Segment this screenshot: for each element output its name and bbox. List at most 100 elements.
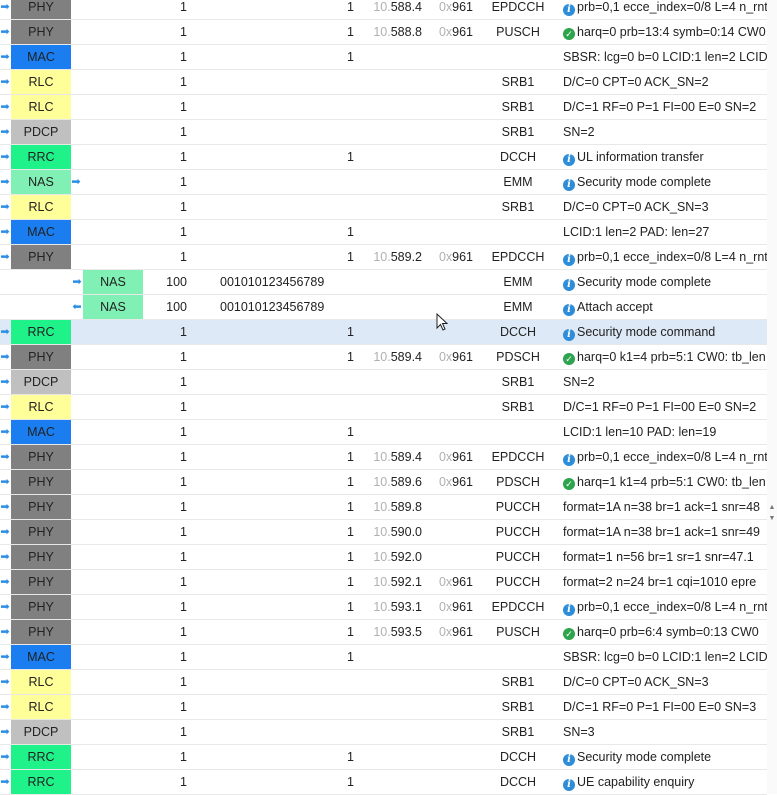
rnti-cell: 0x961 — [433, 20, 473, 44]
log-row[interactable]: ➡ MAC 1 1 SBSR: lcg=0 b=0 LCID:1 len=2 LCID — [0, 645, 767, 670]
channel-cell: SRB1 — [501, 375, 535, 389]
message-cell: D/C=1 RF=0 P=1 FI=00 E=0 SN=2 — [563, 395, 767, 419]
log-row[interactable]: ➡ PHY 1 1 10.593.5 0x961 PUSCH ✓ harq=0 prb=6:4 … — [0, 620, 767, 645]
message-text: Security mode complete — [577, 750, 712, 764]
frame-time-cell: 10.588.4 — [360, 0, 422, 19]
channel-cell: PUSCH — [496, 625, 540, 639]
frame-prefix: 10. — [373, 25, 391, 39]
rnti-cell: 0x961 — [433, 0, 473, 19]
message-text: format=2 n=24 br=1 cqi=1010 epre — [563, 575, 757, 589]
message-text: Security mode complete — [577, 275, 712, 289]
index-cell: 100 — [166, 275, 187, 289]
log-row[interactable]: ➡ RRC 1 1 DCCH i Security mode command — [0, 320, 767, 345]
message-text: SN=2 — [563, 125, 595, 139]
log-row[interactable]: ➡ PDCP 1 SRB1 SN=2 — [0, 120, 767, 145]
log-row[interactable]: ➡ NAS 100 001010123456789 EMM i Security mode … — [0, 270, 767, 295]
layer-badge: NAS — [83, 270, 143, 294]
frame-value: 589.4 — [390, 350, 422, 364]
frame-prefix: 10. — [373, 350, 391, 364]
rnti-value: 961 — [452, 250, 473, 264]
log-row[interactable]: ➡ RLC 1 SRB1 D/C=0 CPT=0 ACK_SN=2 — [0, 70, 767, 95]
message-text: Security mode command — [577, 325, 716, 339]
layer-badge: PHY — [11, 620, 71, 644]
message-text: Attach accept — [577, 300, 653, 314]
log-row[interactable]: ➡ PHY 1 1 10.589.4 0x961 EPDCCH i prb=0,1 ecce_i… — [0, 445, 767, 470]
log-row[interactable]: ➡ PHY 1 1 10.592.0 PUCCH format=1 n=56 br=1 sr… — [0, 545, 767, 570]
log-row[interactable]: ➡ RRC 1 1 DCCH i UL information transfer — [0, 145, 767, 170]
direction-arrow-icon: ➡ — [0, 451, 10, 463]
message-text: SN=2 — [563, 375, 595, 389]
rnti-value: 961 — [452, 0, 473, 14]
direction-arrow-icon: ➡ — [0, 176, 10, 188]
log-row[interactable]: ➡ PHY 1 1 10.590.0 PUCCH format=1A n=38 br=1 a… — [0, 520, 767, 545]
log-row[interactable]: ➡ PHY 1 1 10.589.8 PUCCH format=1A n=38 br=1 a… — [0, 495, 767, 520]
frame-time-cell: 10.589.4 — [360, 445, 422, 469]
log-row[interactable]: ➡ PHY 1 1 10.592.1 0x961 PUCCH format=2 n=24 br… — [0, 570, 767, 595]
frame-time-cell: 10.592.0 — [360, 545, 422, 569]
check-icon: ✓ — [563, 28, 575, 40]
index-cell: 1 — [180, 25, 187, 39]
channel-cell: PUCCH — [495, 550, 541, 564]
scroll-down-icon[interactable]: ▼ — [768, 515, 776, 523]
message-text: UL information transfer — [577, 150, 704, 164]
log-row[interactable]: ➡ PHY 1 1 10.589.2 0x961 EPDCCH i prb=0,1 ecce_i… — [0, 245, 767, 270]
log-row[interactable]: ➡ PHY 1 1 10.593.1 0x961 EPDCCH i prb=0,1 ecce_i… — [0, 595, 767, 620]
log-row[interactable]: ➡ PHY 1 1 10.589.6 0x961 PDSCH ✓ harq=1 k1=4 prb… — [0, 470, 767, 495]
index-cell: 1 — [180, 375, 187, 389]
message-cell: D/C=1 RF=0 P=1 FI=00 E=0 SN=2 — [563, 95, 767, 119]
message-text: SN=3 — [563, 725, 595, 739]
log-row[interactable]: ➡ MAC 1 1 LCID:1 len=2 PAD: len=27 — [0, 220, 767, 245]
forward-arrow-icon: ➡ — [71, 176, 81, 188]
vertical-scrollbar[interactable]: ▲ ▼ — [767, 0, 777, 794]
message-text: LCID:1 len=2 PAD: len=27 — [563, 225, 710, 239]
channel-cell: DCCH — [499, 750, 537, 764]
cell-id-cell: 1 — [347, 425, 354, 439]
layer-badge: PDCP — [11, 370, 71, 394]
layer-badge: PDCP — [11, 720, 71, 744]
log-row[interactable]: ➡ RRC 1 1 DCCH i Security mode complete — [0, 745, 767, 770]
layer-badge: RLC — [11, 95, 71, 119]
log-row[interactable]: ➡ RLC 1 SRB1 D/C=0 CPT=0 ACK_SN=3 — [0, 670, 767, 695]
log-row[interactable]: ➡ PDCP 1 SRB1 SN=3 — [0, 720, 767, 745]
direction-arrow-icon: ➡ — [0, 726, 10, 738]
log-row[interactable]: ⬅ NAS 100 001010123456789 EMM i Attach accept — [0, 295, 767, 320]
log-row[interactable]: ➡ RLC 1 SRB1 D/C=1 RF=0 P=1 FI=00 E=0 SN=2 — [0, 395, 767, 420]
message-text: SBSR: lcg=0 b=0 LCID:1 len=2 LCID — [563, 50, 767, 64]
log-row[interactable]: ➡ RLC 1 SRB1 D/C=1 RF=0 P=1 FI=00 E=0 SN=2 — [0, 95, 767, 120]
layer-badge: PHY — [11, 595, 71, 619]
frame-prefix: 10. — [373, 600, 391, 614]
rnti-cell: 0x961 — [433, 445, 473, 469]
index-cell: 1 — [180, 350, 187, 364]
scroll-up-icon[interactable]: ▲ — [768, 504, 776, 512]
message-cell: i prb=0,1 ecce_index=0/8 L=4 n_rnti — [563, 445, 767, 469]
layer-badge: PHY — [11, 570, 71, 594]
index-cell: 1 — [180, 250, 187, 264]
layer-badge: PHY — [11, 345, 71, 369]
log-row[interactable]: ➡ MAC 1 1 SBSR: lcg=0 b=0 LCID:1 len=2 LCID — [0, 45, 767, 70]
index-cell: 1 — [180, 625, 187, 639]
message-text: format=1A n=38 br=1 ack=1 snr=48 — [563, 500, 761, 514]
log-row[interactable]: ➡ PHY 1 1 10.589.4 0x961 PDSCH ✓ harq=0 k1=4 prb… — [0, 345, 767, 370]
channel-cell: EPDCCH — [491, 450, 545, 464]
frame-time-cell: 10.589.6 — [360, 470, 422, 494]
message-cell: SN=3 — [563, 720, 767, 744]
cell-id-cell: 1 — [347, 250, 354, 264]
channel-cell — [480, 45, 556, 69]
log-row[interactable]: ➡ RRC 1 1 DCCH i UE capability enquiry — [0, 770, 767, 795]
rnti-cell: 0x961 — [433, 245, 473, 269]
log-row[interactable]: ➡ RLC 1 SRB1 D/C=1 RF=0 P=1 FI=00 E=0 SN=3 — [0, 695, 767, 720]
log-row[interactable]: ➡ PDCP 1 SRB1 SN=2 — [0, 370, 767, 395]
info-icon: i — [563, 754, 575, 766]
log-row[interactable]: ➡ NAS ➡ 1 EMM i Security mode complete — [0, 170, 767, 195]
downlink-arrow-icon: ⬅ — [72, 301, 82, 313]
log-row[interactable]: ➡ MAC 1 1 LCID:1 len=10 PAD: len=19 — [0, 420, 767, 445]
log-row[interactable]: ➡ PHY 1 1 10.588.4 0x961 EPDCCH i prb=0,1 ecce_i… — [0, 0, 767, 20]
log-row[interactable]: ➡ PHY 1 1 10.588.8 0x961 PUSCH ✓ harq=0 prb=13:4… — [0, 20, 767, 45]
message-text: SBSR: lcg=0 b=0 LCID:1 len=2 LCID — [563, 650, 767, 664]
layer-badge: MAC — [11, 220, 71, 244]
index-cell: 1 — [180, 775, 187, 789]
log-row[interactable]: ➡ RLC 1 SRB1 D/C=0 CPT=0 ACK_SN=3 — [0, 195, 767, 220]
message-cell: i Security mode complete — [563, 170, 767, 194]
frame-prefix: 10. — [373, 625, 391, 639]
index-cell: 1 — [180, 675, 187, 689]
